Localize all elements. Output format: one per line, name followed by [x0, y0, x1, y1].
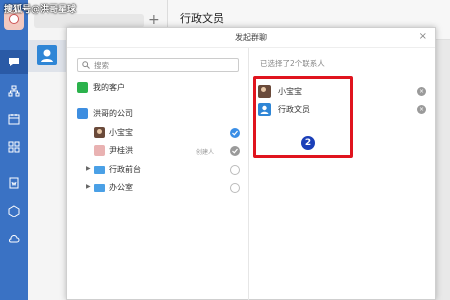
department-name: 办公室 [109, 183, 133, 192]
contact-picker: 搜索 我的客户 洪哥的公司 小宝宝 尹桂洪 创建人 ▶ 行政前台 ▶ 办公室 [67, 48, 249, 300]
expand-arrow-icon[interactable]: ▶ [86, 165, 91, 172]
contact-icon [37, 45, 57, 65]
selected-count: 已选择了2个联系人 [260, 59, 325, 68]
close-icon[interactable]: × [419, 31, 427, 42]
creator-tag: 创建人 [196, 149, 215, 156]
dialog-title: 发起群聊 [67, 28, 435, 48]
wechat-icon [77, 82, 88, 93]
search-icon [82, 61, 90, 69]
search-input[interactable]: 搜索 [77, 58, 239, 72]
list-item[interactable]: 尹桂洪 创建人 [67, 144, 249, 158]
search-placeholder: 搜索 [94, 61, 109, 70]
group-label: 我的客户 [93, 83, 125, 92]
cube-icon[interactable] [6, 204, 22, 218]
avatar [94, 145, 105, 156]
list-item[interactable]: ▶ 办公室 [67, 181, 249, 195]
create-group-dialog: 发起群聊 × 搜索 我的客户 洪哥的公司 小宝宝 尹桂洪 创建人 ▶ 行政前台 … [66, 27, 436, 300]
checked-icon[interactable] [230, 128, 240, 138]
list-item[interactable]: 小宝宝 [67, 126, 249, 140]
remove-icon[interactable]: × [417, 87, 426, 96]
session-search[interactable] [34, 14, 144, 28]
add-icon[interactable]: + [148, 12, 160, 28]
group-company[interactable]: 洪哥的公司 [67, 107, 249, 121]
chat-icon[interactable] [0, 50, 28, 74]
company-icon [77, 108, 88, 119]
expand-arrow-icon[interactable]: ▶ [86, 183, 91, 190]
apps-icon[interactable] [6, 140, 22, 154]
group-my-customers[interactable]: 我的客户 [67, 81, 249, 95]
nav-rail [0, 0, 28, 300]
chat-title: 行政文员 [180, 12, 224, 25]
remove-icon[interactable]: × [417, 105, 426, 114]
member-name: 小宝宝 [109, 128, 133, 137]
calendar-icon[interactable] [6, 112, 22, 126]
group-label: 洪哥的公司 [93, 109, 133, 118]
department-name: 行政前台 [109, 165, 141, 174]
cloud-icon[interactable] [6, 232, 22, 246]
unchecked-icon[interactable] [230, 183, 240, 193]
org-icon[interactable] [6, 84, 22, 98]
watermark: 搜狐号@洪哥星球 [4, 5, 77, 15]
doc-icon[interactable] [6, 176, 22, 190]
avatar [94, 127, 105, 138]
unchecked-icon[interactable] [230, 165, 240, 175]
checked-icon [230, 146, 240, 156]
folder-icon [94, 166, 105, 174]
step-badge: 2 [300, 135, 316, 151]
member-name: 尹桂洪 [109, 146, 133, 155]
folder-icon [94, 184, 105, 192]
list-item[interactable]: ▶ 行政前台 [67, 163, 249, 177]
